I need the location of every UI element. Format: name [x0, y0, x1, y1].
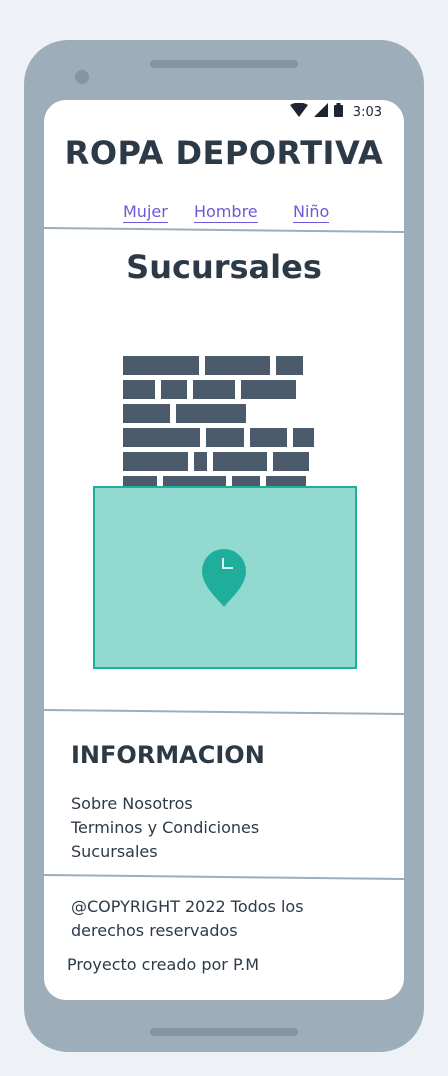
- map-pin-icon: [201, 548, 247, 612]
- screen: 3:03 ROPA DEPORTIVA Mujer Hombre Niño Su…: [44, 100, 404, 1000]
- info-links: Sobre Nosotros Terminos y Condiciones Su…: [71, 792, 259, 864]
- wifi-icon: [289, 102, 308, 121]
- nav-link-hombre[interactable]: Hombre: [194, 202, 258, 223]
- divider: [44, 874, 404, 880]
- link-sobre-nosotros[interactable]: Sobre Nosotros: [71, 792, 259, 816]
- nav-link-mujer[interactable]: Mujer: [123, 202, 168, 223]
- divider: [44, 709, 404, 715]
- speaker: [150, 60, 298, 68]
- link-sucursales[interactable]: Sucursales: [71, 840, 259, 864]
- brand-title: ROPA DEPORTIVA: [64, 134, 384, 172]
- phone-frame: 3:03 ROPA DEPORTIVA Mujer Hombre Niño Su…: [24, 40, 424, 1052]
- copyright-text: @COPYRIGHT 2022 Todos los derechos reser…: [71, 897, 304, 940]
- home-indicator[interactable]: [150, 1028, 298, 1036]
- status-bar: 3:03: [289, 102, 382, 121]
- battery-icon: [333, 103, 343, 121]
- page-title: Sucursales: [126, 248, 322, 286]
- cell-signal-icon: [313, 103, 328, 121]
- info-heading: INFORMACION: [71, 741, 265, 769]
- map-view[interactable]: [93, 486, 357, 669]
- credit-text: Proyecto creado por P.M: [67, 955, 259, 974]
- link-terminos[interactable]: Terminos y Condiciones: [71, 816, 259, 840]
- divider: [44, 227, 404, 233]
- status-time: 3:03: [352, 104, 382, 120]
- nav-link-nino[interactable]: Niño: [293, 202, 330, 223]
- camera: [75, 70, 89, 84]
